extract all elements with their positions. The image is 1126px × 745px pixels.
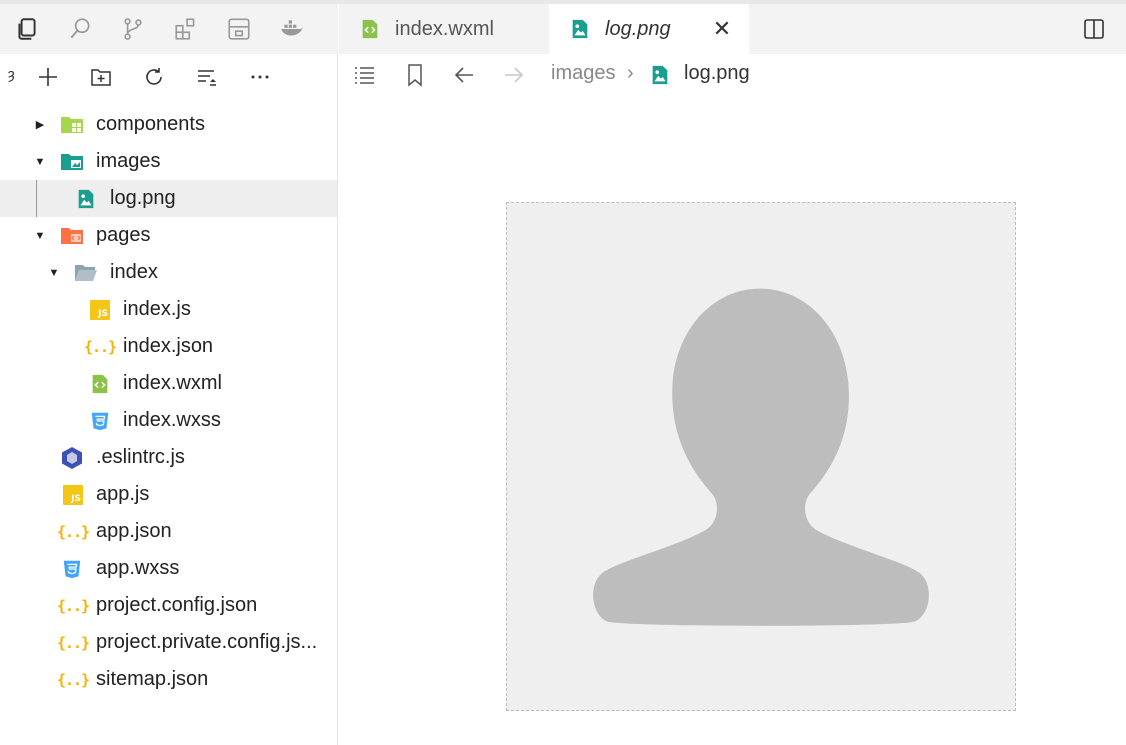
collapse-icon [198, 70, 216, 86]
new-folder-button[interactable] [81, 54, 134, 100]
image-file-icon [74, 187, 98, 211]
folder-images-icon [60, 150, 84, 174]
tab-label: log.png [605, 17, 671, 40]
new-file-button[interactable] [28, 54, 81, 100]
folder-open-icon [74, 261, 98, 285]
eslint-file-icon [60, 446, 84, 470]
tree-item-label: index.wxss [123, 409, 221, 431]
folder-pages-icon [60, 224, 84, 248]
tree-item-project-config[interactable]: {..} project.config.json [0, 587, 337, 624]
tree-item-label: project.private.config.js... [96, 631, 318, 653]
wxml-file-icon [359, 18, 381, 40]
tree-item-components[interactable]: ▶ components [0, 106, 337, 143]
refresh-icon [146, 68, 162, 85]
activity-bar [0, 4, 338, 54]
json-file-icon: {..} [56, 596, 90, 615]
tree-item-label: components [96, 113, 205, 135]
tree-item-label: index.js [123, 298, 191, 320]
tree-item-eslintrc[interactable]: .eslintrc.js [0, 439, 337, 476]
tree-item-label: app.json [96, 520, 172, 542]
forward-arrow-icon[interactable] [501, 63, 525, 87]
breadcrumb-file[interactable]: log.png [684, 62, 750, 85]
chevron-down-icon[interactable]: ▼ [48, 267, 60, 279]
tree-item-label: index.wxml [123, 372, 222, 394]
tree-item-project-private-config[interactable]: {..} project.private.config.js... [0, 624, 337, 661]
source-control-icon[interactable] [106, 4, 159, 54]
folder-components-icon [60, 113, 84, 137]
avatar-placeholder-icon [593, 288, 929, 626]
tree-item-index-js[interactable]: JS index.js [0, 291, 337, 328]
tree-item-label: pages [96, 224, 151, 246]
image-preview [506, 202, 1016, 711]
image-file-icon [648, 63, 672, 87]
more-icon [251, 75, 269, 79]
tree-item-sitemap[interactable]: {..} sitemap.json [0, 661, 337, 698]
tree-item-index-wxml[interactable]: index.wxml [0, 365, 337, 402]
wxss-file-icon [88, 409, 112, 433]
indent-guide [36, 180, 37, 217]
layout-icon[interactable] [212, 4, 265, 54]
tree-item-label: images [96, 150, 161, 172]
more-button[interactable] [240, 54, 293, 100]
refresh-button[interactable] [134, 54, 187, 100]
chevron-down-icon[interactable]: ▼ [34, 230, 46, 242]
new-file-icon [39, 68, 57, 86]
wxss-file-icon [60, 557, 84, 581]
chevron-right-icon[interactable]: ▶ [34, 119, 46, 131]
close-icon[interactable]: ✕ [711, 16, 733, 41]
tree-item-log-png[interactable]: log.png [0, 180, 337, 217]
tab-log-png[interactable]: log.png ✕ [549, 4, 749, 54]
tree-item-label: project.config.json [96, 594, 258, 616]
editor-tab-bar: index.wxml log.png ✕ [339, 4, 1126, 54]
explorer-icon[interactable] [0, 4, 53, 54]
json-file-icon: {..} [56, 670, 90, 689]
collapse-button[interactable] [187, 54, 240, 100]
json-file-icon: {..} [83, 337, 117, 356]
breadcrumb: images › log.png [339, 54, 1126, 96]
tree-item-app-js[interactable]: JS app.js [0, 476, 337, 513]
js-file-icon: JS [88, 298, 112, 322]
tree-item-label: log.png [110, 187, 176, 209]
explorer-toolbar [0, 54, 338, 100]
outline-icon[interactable] [352, 63, 376, 87]
tree-item-label: sitemap.json [96, 668, 209, 690]
tree-item-label: app.wxss [96, 557, 180, 579]
back-arrow-icon[interactable] [453, 63, 477, 87]
js-file-icon: JS [61, 483, 85, 507]
bookmark-icon[interactable] [403, 63, 427, 87]
json-file-icon: {..} [56, 633, 90, 652]
breadcrumb-separator: › [627, 62, 634, 84]
tree-item-index-json[interactable]: {..} index.json [0, 328, 337, 365]
tree-item-label: index [110, 261, 158, 283]
tree-item-index-wxss[interactable]: index.wxss [0, 402, 337, 439]
breadcrumb-folder[interactable]: images [551, 62, 615, 85]
extensions-icon[interactable] [159, 4, 212, 54]
tab-index-wxml[interactable]: index.wxml [339, 4, 549, 54]
docker-icon[interactable] [265, 4, 318, 54]
tree-item-index-folder[interactable]: ▼ index [0, 254, 337, 291]
image-file-icon [569, 18, 591, 40]
search-icon[interactable] [53, 4, 106, 54]
sidebar: ȝ ▶ components ▼ images log.png ▼ pages … [0, 4, 338, 745]
tab-label: index.wxml [395, 17, 494, 40]
wxml-file-icon [88, 372, 112, 396]
new-folder-icon [91, 69, 111, 86]
json-file-icon: {..} [56, 522, 90, 541]
tree-item-app-wxss[interactable]: app.wxss [0, 550, 337, 587]
tree-item-label: app.js [96, 483, 150, 505]
tree-item-images[interactable]: ▼ images [0, 143, 337, 180]
tree-item-label: index.json [123, 335, 214, 357]
tree-item-app-json[interactable]: {..} app.json [0, 513, 337, 550]
chevron-down-icon[interactable]: ▼ [34, 156, 46, 168]
tree-item-pages[interactable]: ▼ pages [0, 217, 337, 254]
split-editor-icon[interactable] [1082, 17, 1106, 41]
tree-item-label: .eslintrc.js [96, 446, 185, 468]
file-tree: ▶ components ▼ images log.png ▼ pages ▼ … [0, 106, 337, 698]
